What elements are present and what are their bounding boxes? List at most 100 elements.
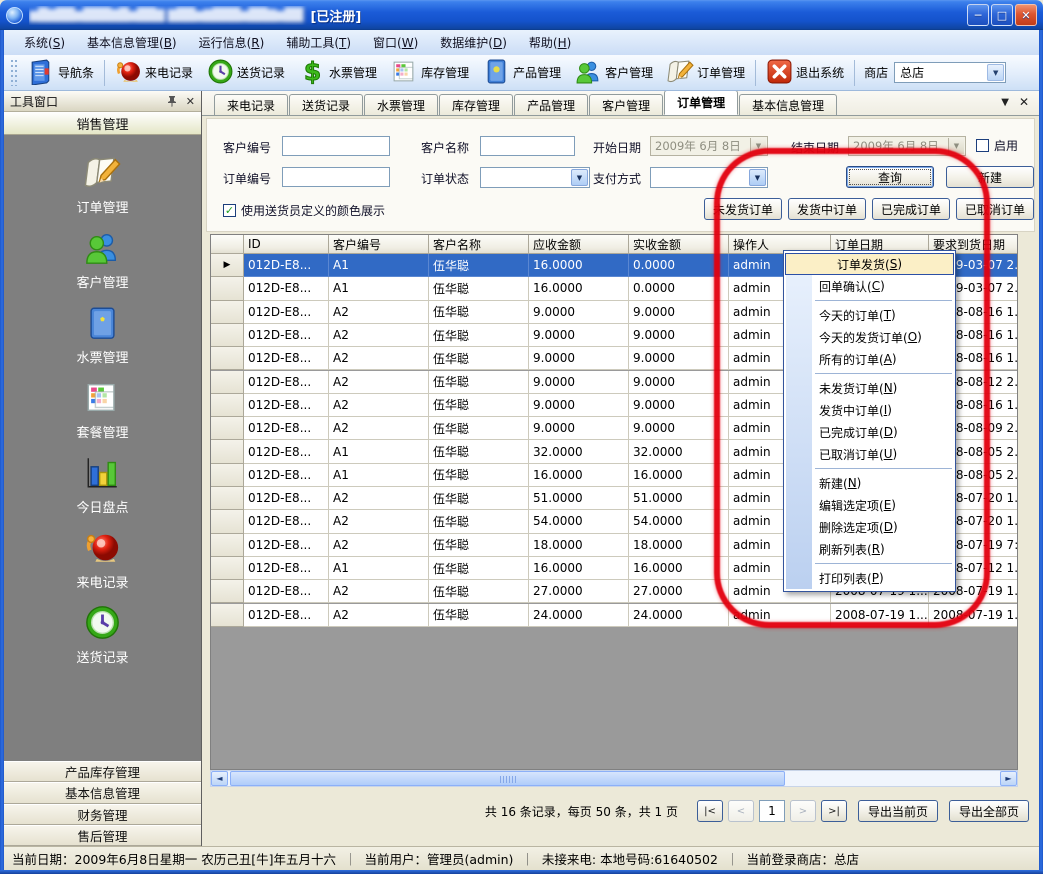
toolbar-grip[interactable] <box>11 60 18 86</box>
prev-page-button[interactable]: < <box>728 800 754 822</box>
context-menu-item[interactable]: 已完成订单(D) <box>784 421 955 443</box>
context-menu-item[interactable]: 所有的订单(A) <box>784 348 955 370</box>
scrollbar-thumb[interactable] <box>230 771 785 786</box>
toolbar-button-nav-book[interactable]: 导航条 <box>21 56 101 90</box>
tab-list-dropdown-icon[interactable]: ▼ <box>1001 97 1009 108</box>
last-page-button[interactable]: >| <box>821 800 847 822</box>
sidebar-group-财务管理[interactable]: 财务管理 <box>4 804 201 825</box>
context-menu-item[interactable]: 未发货订单(N) <box>784 377 955 399</box>
tool-window-close-icon[interactable]: ✕ <box>186 95 195 108</box>
row-selector-cell[interactable] <box>211 371 244 394</box>
sidebar-item-bell[interactable]: 来电记录 <box>4 526 201 594</box>
menu-item[interactable]: 系统(S) <box>14 31 75 54</box>
customer-name-input[interactable] <box>480 136 575 156</box>
status-filter-button-3[interactable]: 已完成订单 <box>872 198 950 220</box>
tab-送货记录[interactable]: 送货记录 <box>289 94 363 115</box>
row-selector-cell[interactable] <box>211 534 244 557</box>
start-date-picker[interactable]: 2009年 6月 8日 ▼ <box>650 136 768 156</box>
query-button[interactable]: 查询 <box>846 166 934 188</box>
export-all-pages-button[interactable]: 导出全部页 <box>949 800 1029 822</box>
tab-订单管理[interactable]: 订单管理 <box>664 90 738 115</box>
row-selector-cell[interactable] <box>211 440 244 463</box>
context-menu-item[interactable]: 今天的订单(T) <box>784 304 955 326</box>
sidebar-item-calendar[interactable]: 套餐管理 <box>4 376 201 444</box>
column-header[interactable]: ID <box>244 235 329 254</box>
menu-item[interactable]: 运行信息(R) <box>189 31 275 54</box>
row-selector-cell[interactable]: ▶ <box>211 254 244 277</box>
context-menu-item[interactable]: 打印列表(P) <box>784 567 955 589</box>
order-no-input[interactable] <box>282 167 390 187</box>
order-status-select[interactable]: ▼ <box>480 167 590 188</box>
shop-select[interactable]: 总店▼ <box>894 62 1006 83</box>
toolbar-button-product-book[interactable]: 产品管理 <box>476 56 568 90</box>
sidebar-group-售后管理[interactable]: 售后管理 <box>4 825 201 846</box>
row-selector-cell[interactable] <box>211 510 244 533</box>
context-menu-item[interactable]: 已取消订单(U) <box>784 443 955 465</box>
sidebar-item-chart[interactable]: 今日盘点 <box>4 451 201 519</box>
scroll-left-icon[interactable]: ◄ <box>211 771 228 786</box>
page-number-input[interactable]: 1 <box>759 800 785 822</box>
row-selector-cell[interactable] <box>211 557 244 580</box>
color-display-checkbox[interactable]: ✓ 使用送货员定义的颜色展示 <box>223 202 385 219</box>
menu-item[interactable]: 帮助(H) <box>519 31 581 54</box>
context-menu-item[interactable]: 发货中订单(I) <box>784 399 955 421</box>
toolbar-button-exit[interactable]: 退出系统 <box>759 56 851 90</box>
row-selector-cell[interactable] <box>211 324 244 347</box>
context-menu-item[interactable]: 今天的发货订单(O) <box>784 326 955 348</box>
enable-checkbox[interactable]: 启用 <box>976 137 1018 154</box>
grid-horizontal-scrollbar[interactable]: ◄ ► <box>210 770 1018 787</box>
toolbar-button-customers[interactable]: 客户管理 <box>568 56 660 90</box>
sidebar-item-order[interactable]: 订单管理 <box>4 151 201 219</box>
context-menu-item[interactable]: 删除选定项(D) <box>784 516 955 538</box>
context-menu-item[interactable]: 回单确认(C) <box>784 275 955 297</box>
column-header[interactable]: 客户编号 <box>329 235 429 254</box>
toolbar-button-calendar[interactable]: 库存管理 <box>384 56 476 90</box>
start-date-dropdown-icon[interactable]: ▼ <box>750 138 766 154</box>
close-button[interactable]: ✕ <box>1015 4 1037 26</box>
pay-method-select[interactable]: ▼ <box>650 167 768 188</box>
scrollbar-track[interactable] <box>228 771 1000 786</box>
table-row[interactable]: 012D-E8...A2伍华聪24.000024.0000admin2008-0… <box>211 604 1017 627</box>
first-page-button[interactable]: |< <box>697 800 723 822</box>
toolbar-button-dollar[interactable]: $水票管理 <box>292 56 384 90</box>
row-selector-cell[interactable] <box>211 301 244 324</box>
pin-icon[interactable] <box>166 95 178 107</box>
column-header[interactable]: 客户名称 <box>429 235 529 254</box>
context-menu-item[interactable]: 编辑选定项(E) <box>784 494 955 516</box>
context-menu-item[interactable]: 新建(N) <box>784 472 955 494</box>
column-header[interactable]: 应收金额 <box>529 235 629 254</box>
row-selector-cell[interactable] <box>211 464 244 487</box>
row-selector-cell[interactable] <box>211 604 244 627</box>
row-selector-cell[interactable] <box>211 417 244 440</box>
tab-水票管理[interactable]: 水票管理 <box>364 94 438 115</box>
sidebar-section-sales[interactable]: 销售管理 <box>4 112 201 135</box>
tab-库存管理[interactable]: 库存管理 <box>439 94 513 115</box>
next-page-button[interactable]: > <box>790 800 816 822</box>
sidebar-group-产品库存管理[interactable]: 产品库存管理 <box>4 761 201 782</box>
toolbar-button-bell[interactable]: 来电记录 <box>108 56 200 90</box>
shop-dropdown-icon[interactable]: ▼ <box>987 64 1004 81</box>
status-filter-button-2[interactable]: 发货中订单 <box>788 198 866 220</box>
sidebar-item-customers[interactable]: 客户管理 <box>4 226 201 294</box>
sidebar-item-water-card[interactable]: 水票管理 <box>4 301 201 369</box>
menu-item[interactable]: 辅助工具(T) <box>276 31 361 54</box>
tab-close-icon[interactable]: ✕ <box>1019 95 1029 109</box>
pay-method-dropdown-icon[interactable]: ▼ <box>749 169 766 186</box>
row-selector-cell[interactable] <box>211 487 244 510</box>
row-selector-cell[interactable] <box>211 580 244 603</box>
status-filter-button-1[interactable]: 未发货订单 <box>704 198 782 220</box>
maximize-button[interactable]: □ <box>991 4 1013 26</box>
title-bar[interactable]: ▆█▇██▆███▇█▆██▇ ▇██▆▇███▆██▇▆██ [已注册] ─ … <box>0 0 1043 30</box>
context-menu-item[interactable]: 订单发货(S) <box>785 253 954 275</box>
row-selector-cell[interactable] <box>211 394 244 417</box>
tab-产品管理[interactable]: 产品管理 <box>514 94 588 115</box>
sidebar-group-基本信息管理[interactable]: 基本信息管理 <box>4 782 201 803</box>
menu-item[interactable]: 数据维护(D) <box>430 31 517 54</box>
scroll-right-icon[interactable]: ► <box>1000 771 1017 786</box>
toolbar-button-clock[interactable]: 送货记录 <box>200 56 292 90</box>
column-header[interactable]: 实收金额 <box>629 235 729 254</box>
context-menu-item[interactable]: 刷新列表(R) <box>784 538 955 560</box>
new-button[interactable]: 新建 <box>946 166 1034 188</box>
tab-来电记录[interactable]: 来电记录 <box>214 94 288 115</box>
end-date-picker[interactable]: 2009年 6月 8日 ▼ <box>848 136 966 156</box>
